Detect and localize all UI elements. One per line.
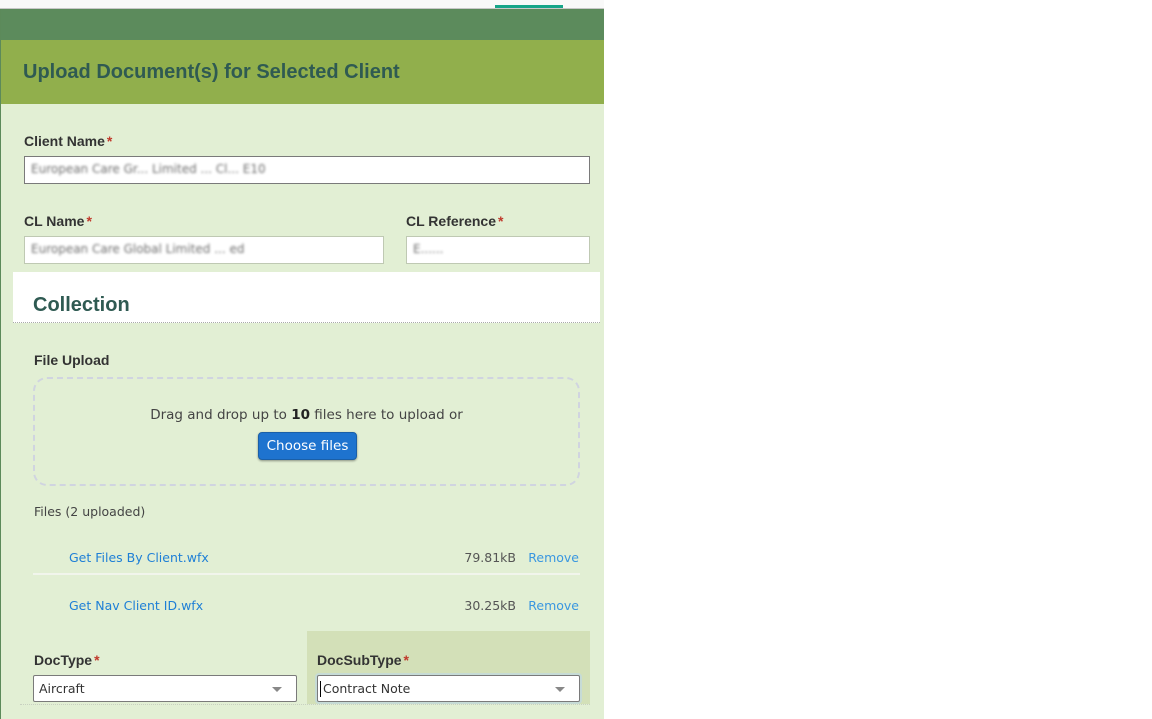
dropzone-message: Drag and drop up to 10 files here to upl… <box>35 407 578 423</box>
file-list-item: Get Nav Client ID.wfx 30.25kB Remove <box>33 592 580 632</box>
docsubtype-label-text: DocSubType <box>317 652 402 668</box>
cl-reference-input[interactable]: E...... <box>406 236 590 264</box>
section-divider <box>20 704 590 705</box>
file-name-link[interactable]: Get Files By Client.wfx <box>69 550 209 565</box>
cl-name-value: European Care Global Limited ... ed <box>31 242 245 256</box>
file-size: 30.25kB <box>464 598 516 613</box>
cl-name-input[interactable]: European Care Global Limited ... ed <box>24 236 384 264</box>
cl-reference-label-text: CL Reference <box>406 213 497 229</box>
cl-reference-label: CL Reference * <box>406 213 503 229</box>
doctype-select[interactable]: Aircraft <box>33 675 297 702</box>
required-marker: * <box>106 133 113 149</box>
file-row-divider <box>33 573 580 575</box>
client-name-input[interactable]: European Care Gr... Limited ... Cl... E1… <box>24 156 590 184</box>
docsubtype-label: DocSubType * <box>317 652 409 668</box>
required-marker: * <box>94 652 100 668</box>
active-tab-indicator[interactable] <box>495 5 563 8</box>
cl-name-label: CL Name * <box>24 213 92 229</box>
doctype-label: DocType * <box>34 652 100 668</box>
doctype-label-text: DocType <box>34 652 93 668</box>
dropzone-max-files: 10 <box>291 407 310 423</box>
page-header: Upload Document(s) for Selected Client <box>1 40 604 104</box>
file-upload-label: File Upload <box>34 352 110 368</box>
dropzone-text-before: Drag and drop up to <box>150 407 292 423</box>
collection-title: Collection <box>33 294 130 316</box>
text-cursor <box>320 681 321 697</box>
cl-reference-value: E...... <box>413 242 444 256</box>
doctype-selected-value: Aircraft <box>39 681 85 696</box>
collection-section-header: Collection <box>13 272 600 323</box>
file-size: 79.81kB <box>464 550 516 565</box>
chevron-down-icon[interactable] <box>555 687 565 692</box>
required-marker: * <box>403 652 409 668</box>
file-dropzone[interactable]: Drag and drop up to 10 files here to upl… <box>33 377 580 486</box>
cl-name-label-text: CL Name <box>24 213 85 229</box>
dropzone-text-after: files here to upload or <box>309 407 463 423</box>
chevron-down-icon[interactable] <box>272 687 282 692</box>
required-marker: * <box>498 213 504 229</box>
header-band <box>1 9 604 40</box>
remove-file-button[interactable]: Remove <box>528 598 579 613</box>
required-marker: * <box>86 213 92 229</box>
remove-file-button[interactable]: Remove <box>528 550 579 565</box>
docsubtype-select[interactable]: Contract Note <box>317 675 580 702</box>
file-name-link[interactable]: Get Nav Client ID.wfx <box>69 598 203 613</box>
file-list-item: Get Files By Client.wfx 79.81kB Remove <box>33 544 580 584</box>
client-name-value: European Care Gr... Limited ... Cl... E1… <box>31 162 266 176</box>
client-name-label-text: Client Name <box>24 133 105 149</box>
docsubtype-selected-value: Contract Note <box>323 681 411 696</box>
client-name-label: Client Name * <box>24 133 112 149</box>
page-title: Upload Document(s) for Selected Client <box>23 61 400 83</box>
top-bar <box>0 0 604 9</box>
choose-files-button[interactable]: Choose files <box>258 432 357 460</box>
files-count: Files (2 uploaded) <box>34 504 146 519</box>
